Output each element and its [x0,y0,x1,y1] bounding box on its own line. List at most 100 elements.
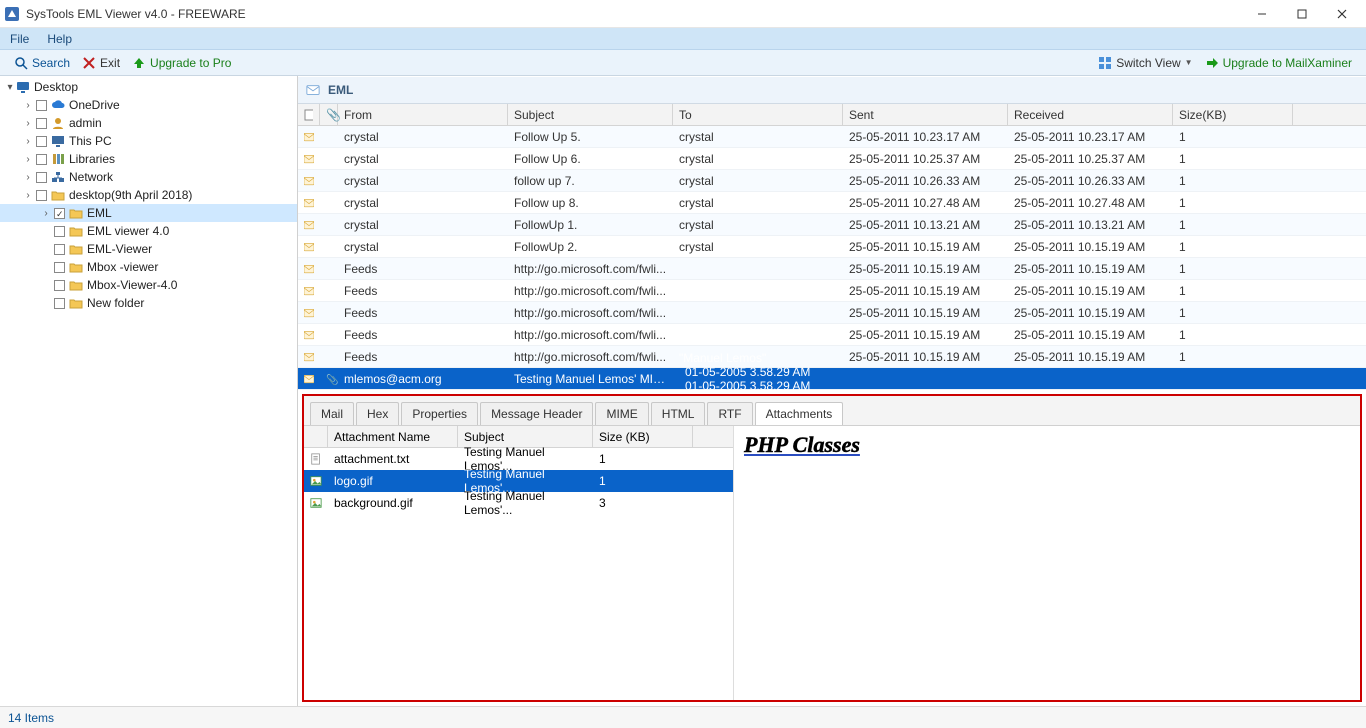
tab-hex[interactable]: Hex [356,402,399,425]
tree-item[interactable]: EML-Viewer [0,240,297,258]
cell-from: Feeds [338,328,508,342]
tree-item[interactable]: New folder [0,294,297,312]
cell-sent: 25-05-2011 10.25.37 AM [843,152,1008,166]
cell-from: crystal [338,240,508,254]
upgrade-mailxaminer-button[interactable]: Upgrade to MailXaminer [1199,54,1358,72]
cell-size: 1 [1173,196,1293,210]
cell-sent: 25-05-2011 10.23.17 AM [843,130,1008,144]
file-icon [304,452,328,466]
exit-button[interactable]: Exit [76,54,126,72]
app-logo-icon [4,6,20,22]
tree-item[interactable]: Mbox-Viewer-4.0 [0,276,297,294]
email-row[interactable]: crystalfollow up 7.crystal25-05-2011 10.… [298,170,1366,192]
col-att-subject[interactable]: Subject [458,426,593,447]
col-icon[interactable] [298,104,320,125]
close-button[interactable] [1322,2,1362,26]
col-att-size[interactable]: Size (KB) [593,426,693,447]
attachment-row[interactable]: background.gifTesting Manuel Lemos'...3 [304,492,733,514]
tree-item[interactable]: ›EML [0,204,297,222]
maximize-button[interactable] [1282,2,1322,26]
checkbox[interactable] [54,262,65,273]
checkbox[interactable] [36,190,47,201]
mail-icon [298,197,320,209]
search-button[interactable]: Search [8,54,76,72]
email-row[interactable]: Feedshttp://go.microsoft.com/fwli...25-0… [298,258,1366,280]
minimize-button[interactable] [1242,2,1282,26]
cell-subject: follow up 7. [508,174,673,188]
switch-view-button[interactable]: Switch View ▼ [1092,54,1198,72]
checkbox[interactable] [54,280,65,291]
cell-received: 25-05-2011 10.15.19 AM [1008,328,1173,342]
col-size[interactable]: Size(KB) [1173,104,1293,125]
checkbox[interactable] [36,136,47,147]
attachment-list[interactable]: Attachment Name Subject Size (KB) attach… [304,426,734,700]
twisty-icon[interactable]: › [22,190,34,201]
twisty-icon[interactable]: › [22,154,34,165]
tree-label: desktop(9th April 2018) [69,188,192,202]
cell-sent: 25-05-2011 10.15.19 AM [843,284,1008,298]
email-grid-body[interactable]: crystalFollow Up 5.crystal25-05-2011 10.… [298,126,1366,390]
col-attachment[interactable]: 📎 [320,104,338,125]
right-arrow-icon [1205,56,1219,70]
tree-label: admin [69,116,102,130]
email-row[interactable]: Feedshttp://go.microsoft.com/fwli...25-0… [298,302,1366,324]
tab-html[interactable]: HTML [651,402,706,425]
checkbox[interactable] [36,154,47,165]
tree-item[interactable]: ›This PC [0,132,297,150]
cell-sent: 25-05-2011 10.15.19 AM [843,262,1008,276]
tree-item[interactable]: Mbox -viewer [0,258,297,276]
col-from[interactable]: From [338,104,508,125]
upgrade-pro-button[interactable]: Upgrade to Pro [126,54,237,72]
tree-item[interactable]: › desktop(9th April 2018) [0,186,297,204]
checkbox[interactable] [54,298,65,309]
checkbox[interactable] [36,172,47,183]
checkbox[interactable] [54,208,65,219]
email-row[interactable]: crystalFollowUp 2.crystal25-05-2011 10.1… [298,236,1366,258]
col-received[interactable]: Received [1008,104,1173,125]
tab-mime[interactable]: MIME [595,402,648,425]
checkbox[interactable] [54,226,65,237]
col-att-name[interactable]: Attachment Name [328,426,458,447]
email-row[interactable]: 📎mlemos@acm.orgTesting Manuel Lemos' MIM… [298,368,1366,390]
twisty-icon[interactable]: › [22,100,34,111]
col-to[interactable]: To [673,104,843,125]
tab-properties[interactable]: Properties [401,402,478,425]
cell-subject: Follow up 8. [508,196,673,210]
tree-item[interactable]: EML viewer 4.0 [0,222,297,240]
twisty-icon[interactable]: › [22,136,34,147]
tab-attachments[interactable]: Attachments [755,402,844,425]
folder-tree[interactable]: ▾ Desktop ›OneDrive›admin›This PC›Librar… [0,76,298,706]
cell-from: Feeds [338,262,508,276]
tab-mail[interactable]: Mail [310,402,354,425]
tree-root[interactable]: ▾ Desktop [0,78,297,96]
checkbox[interactable] [36,100,47,111]
cell-sent: 25-05-2011 10.15.19 AM [843,306,1008,320]
folder-icon [69,296,83,310]
panel-title: EML [328,83,353,97]
checkbox[interactable] [54,244,65,255]
attachment-name: attachment.txt [328,452,458,466]
folder-icon [69,224,83,238]
menu-file[interactable]: File [10,32,29,46]
email-row[interactable]: crystalFollow Up 6.crystal25-05-2011 10.… [298,148,1366,170]
col-subject[interactable]: Subject [508,104,673,125]
mail-icon [298,153,320,165]
tree-item[interactable]: ›Libraries [0,150,297,168]
twisty-icon[interactable]: › [22,172,34,183]
cell-from: crystal [338,152,508,166]
email-row[interactable]: crystalFollowUp 1.crystal25-05-2011 10.1… [298,214,1366,236]
twisty-icon[interactable]: › [22,118,34,129]
email-row[interactable]: Feedshttp://go.microsoft.com/fwli...25-0… [298,280,1366,302]
menu-help[interactable]: Help [47,32,72,46]
email-row[interactable]: Feedshttp://go.microsoft.com/fwli...25-0… [298,324,1366,346]
checkbox[interactable] [36,118,47,129]
email-row[interactable]: crystalFollow up 8.crystal25-05-2011 10.… [298,192,1366,214]
twisty-icon[interactable]: › [40,208,52,219]
col-sent[interactable]: Sent [843,104,1008,125]
email-row[interactable]: crystalFollow Up 5.crystal25-05-2011 10.… [298,126,1366,148]
tree-item[interactable]: › admin [0,114,297,132]
tab-rtf[interactable]: RTF [707,402,752,425]
tree-item[interactable]: ›OneDrive [0,96,297,114]
tab-message-header[interactable]: Message Header [480,402,593,425]
tree-item[interactable]: ›Network [0,168,297,186]
